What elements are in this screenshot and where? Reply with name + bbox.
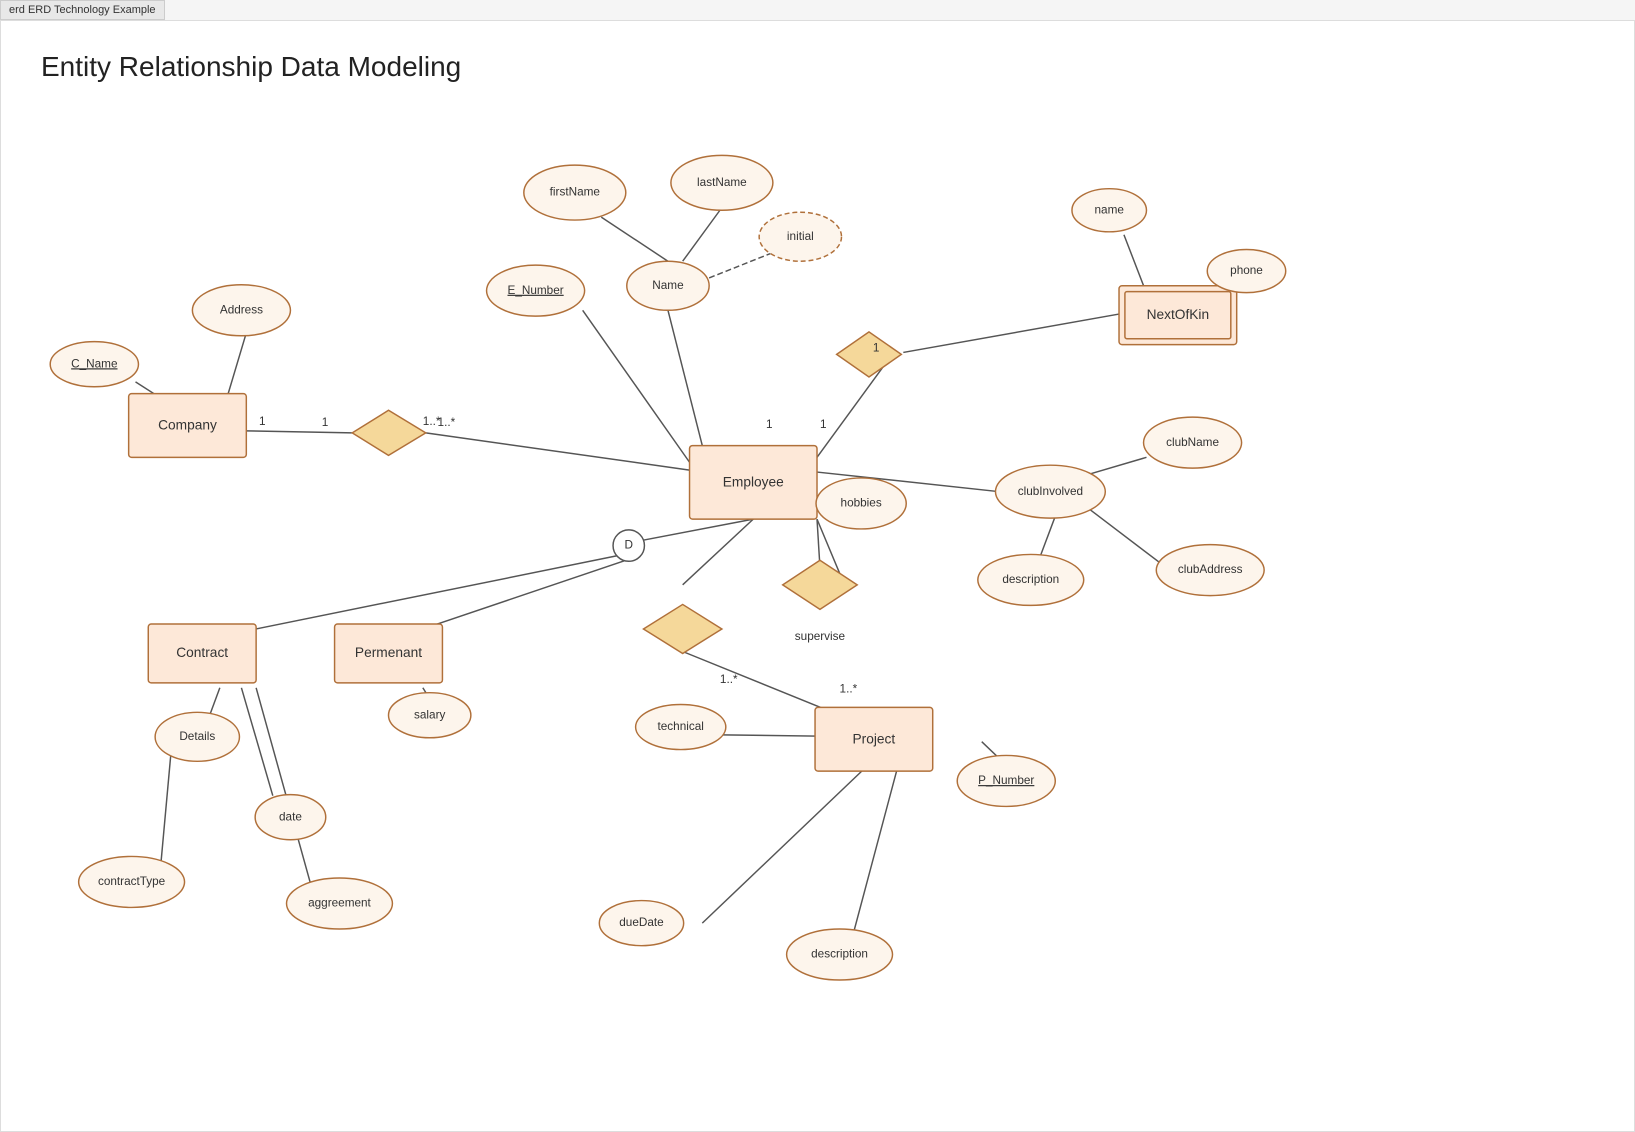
- svg-text:description: description: [1002, 573, 1059, 586]
- svg-text:1: 1: [873, 341, 880, 354]
- svg-text:technical: technical: [658, 720, 704, 733]
- svg-text:Project: Project: [853, 731, 896, 746]
- svg-text:salary: salary: [414, 708, 445, 721]
- svg-text:aggreement: aggreement: [308, 897, 371, 910]
- svg-text:name: name: [1095, 203, 1125, 216]
- svg-text:1: 1: [820, 418, 827, 431]
- svg-text:1: 1: [259, 415, 266, 428]
- svg-text:D: D: [624, 539, 633, 552]
- svg-text:1: 1: [322, 416, 329, 429]
- svg-text:clubAddress: clubAddress: [1178, 563, 1243, 576]
- svg-text:clubName: clubName: [1166, 436, 1219, 449]
- svg-text:C_Name: C_Name: [71, 357, 118, 370]
- svg-text:firstName: firstName: [550, 186, 601, 199]
- svg-text:1..*: 1..*: [720, 673, 738, 686]
- erd-diagram: 1 1..* 1: [1, 21, 1634, 1131]
- svg-text:Company: Company: [158, 418, 217, 433]
- svg-text:supervise: supervise: [795, 630, 846, 643]
- svg-text:description: description: [811, 948, 868, 961]
- svg-text:clubInvolved: clubInvolved: [1018, 485, 1083, 498]
- svg-text:1: 1: [766, 418, 773, 431]
- svg-text:E_Number: E_Number: [508, 284, 564, 297]
- svg-text:dueDate: dueDate: [619, 916, 664, 929]
- svg-text:initial: initial: [787, 230, 814, 243]
- diagram-canvas: Entity Relationship Data Modeling 1 1..*…: [0, 20, 1635, 1132]
- svg-text:phone: phone: [1230, 264, 1263, 277]
- svg-text:date: date: [279, 810, 302, 823]
- svg-text:1..*: 1..*: [840, 683, 858, 696]
- svg-text:Permenant: Permenant: [355, 645, 422, 660]
- svg-text:Details: Details: [179, 730, 215, 743]
- tab-label: erd ERD Technology Example: [0, 0, 165, 20]
- svg-text:NextOfKin: NextOfKin: [1147, 307, 1210, 322]
- svg-text:Contract: Contract: [176, 645, 228, 660]
- svg-text:Name: Name: [652, 279, 684, 292]
- svg-text:Employee: Employee: [723, 474, 784, 489]
- svg-text:lastName: lastName: [697, 176, 747, 189]
- svg-text:1..*: 1..*: [423, 415, 441, 428]
- svg-text:contractType: contractType: [98, 875, 166, 888]
- svg-text:hobbies: hobbies: [841, 497, 882, 510]
- svg-text:P_Number: P_Number: [978, 774, 1034, 787]
- svg-text:Address: Address: [220, 303, 263, 316]
